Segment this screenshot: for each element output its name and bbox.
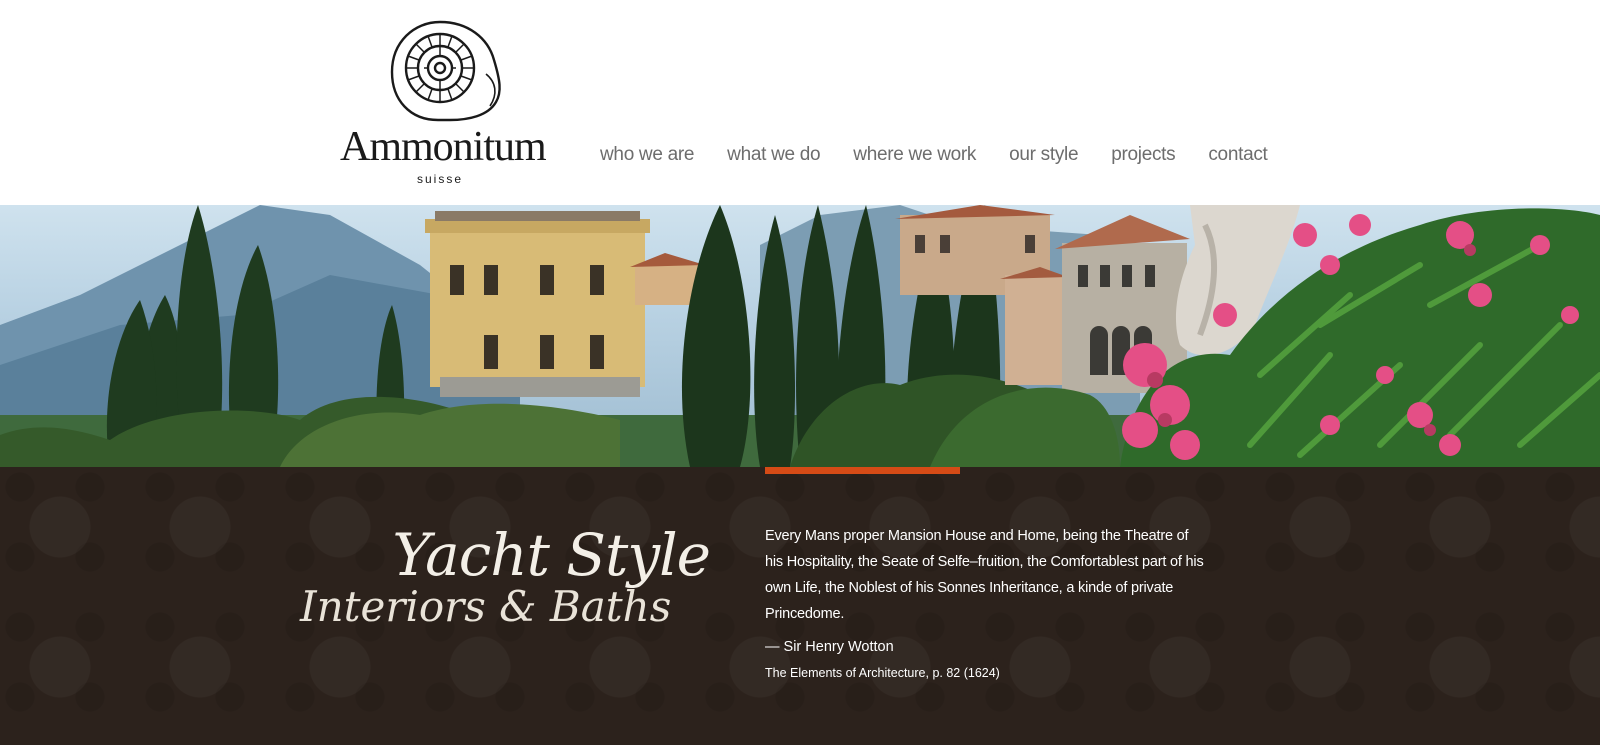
site-logo[interactable]: Ammonitum suisse <box>340 20 550 195</box>
hero-illustration <box>0 205 1600 467</box>
quote-block: Every Mans proper Mansion House and Home… <box>765 523 1205 682</box>
feature-title: Yacht Style Interiors & Baths <box>300 525 720 665</box>
feature-title-line-1: Yacht Style <box>392 521 711 589</box>
accent-bar <box>765 467 960 474</box>
nav-item-projects[interactable]: projects <box>1111 144 1175 166</box>
nav-item-where-we-work[interactable]: where we work <box>853 144 976 166</box>
site-header: Ammonitum suisse who we are what we do w… <box>0 0 1600 205</box>
feature-band: Yacht Style Interiors & Baths Every Mans… <box>0 467 1600 745</box>
hero-image <box>0 205 1600 467</box>
feature-title-line-2: Interiors & Baths <box>300 582 672 631</box>
quote-author: — Sir Henry Wotton <box>765 639 894 655</box>
nav-item-contact[interactable]: contact <box>1208 144 1267 166</box>
nav-item-who-we-are[interactable]: who we are <box>600 144 694 166</box>
brand-subtitle: suisse <box>416 172 463 186</box>
quote-source: The Elements of Architecture, p. 82 (162… <box>765 666 1000 680</box>
quote-text: Every Mans proper Mansion House and Home… <box>765 528 1204 622</box>
brand-name: Ammonitum <box>340 124 547 170</box>
main-nav: who we are what we do where we work our … <box>600 144 1301 166</box>
ammonite-shell-icon <box>390 20 501 122</box>
nav-item-what-we-do[interactable]: what we do <box>727 144 820 166</box>
nav-item-our-style[interactable]: our style <box>1009 144 1078 166</box>
